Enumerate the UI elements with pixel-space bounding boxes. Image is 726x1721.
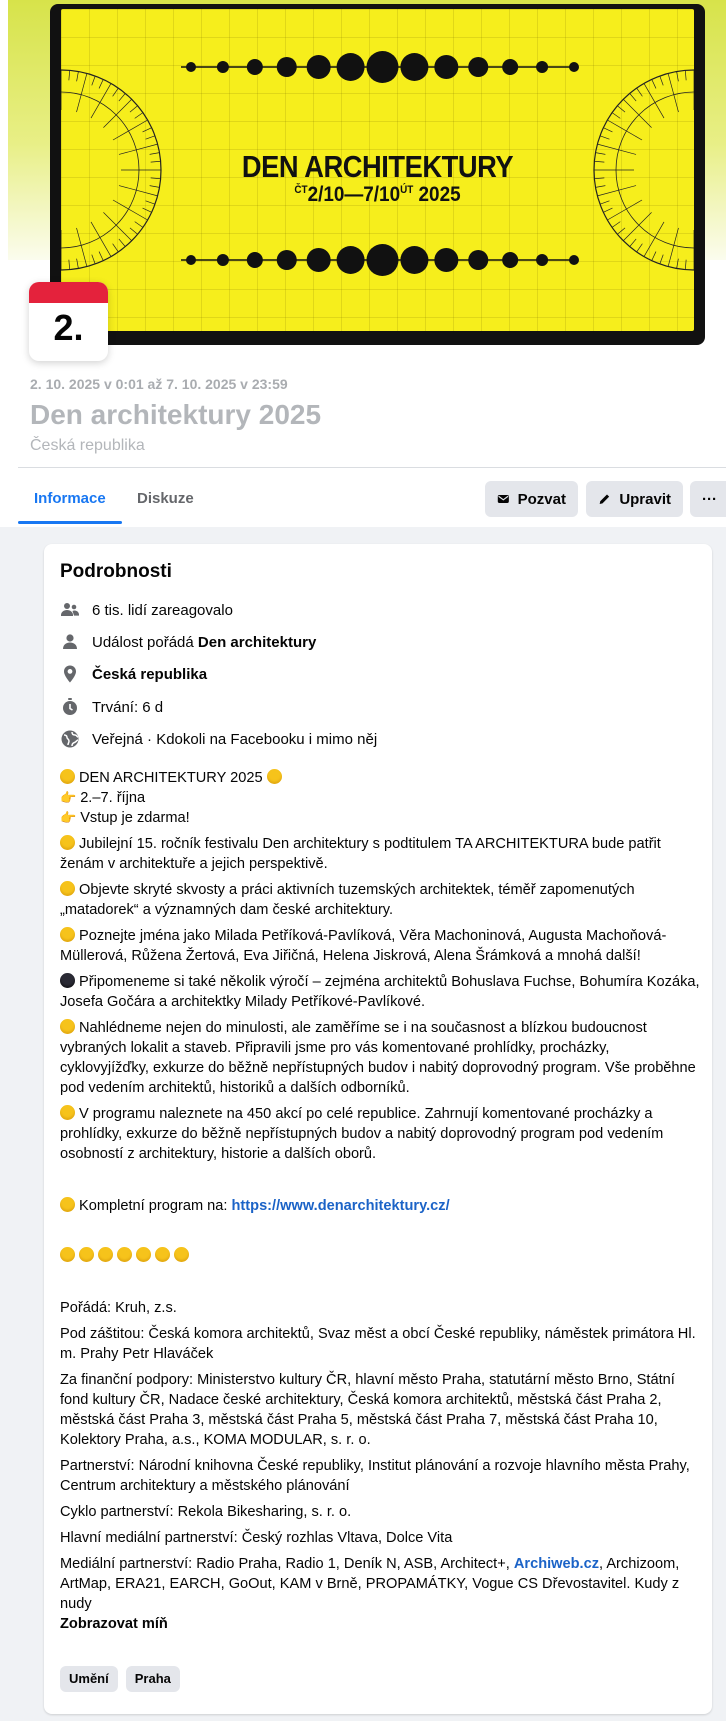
tab-diskuze[interactable]: Diskuze (121, 478, 210, 520)
pointing-hand-icon: 👉 (60, 790, 77, 805)
yellow-circle-icon (60, 1247, 75, 1262)
edit-button[interactable]: Upravit (586, 481, 683, 517)
stopwatch-icon (60, 697, 80, 717)
event-time: 2. 10. 2025 v 0:01 až 7. 10. 2025 v 23:5… (30, 376, 288, 392)
tab-informace[interactable]: Informace (18, 478, 122, 524)
media-main-text: Hlavní mediální partnerství: Český rozhl… (60, 1530, 453, 1546)
host-link[interactable]: Den architektury (198, 634, 316, 651)
event-description: DEN ARCHITEKTURY 2025 👉 2.–7. října 👉 Vstu… (60, 769, 700, 1634)
detail-duration: Trvání: 6 d (60, 697, 163, 717)
yellow-circle-icon (98, 1247, 113, 1262)
cover-title: DEN ARCHITEKTURY ČT2/10—7/10ÚT 2025 (241, 149, 514, 206)
dots-bottom-graphic (181, 244, 579, 276)
reacted-text: 6 tis. lidí zareagovalo (92, 601, 233, 619)
event-title: Den architektury 2025 (30, 399, 322, 430)
pointing-hand-icon: 👉 (60, 810, 77, 825)
yellow-circle-icon (60, 769, 75, 784)
detail-place[interactable]: Česká republika (60, 664, 207, 684)
program-link[interactable]: https://www.denarchitektury.cz/ (232, 1198, 450, 1214)
event-header: DEN ARCHITEKTURY ČT2/10—7/10ÚT 2025 2. 2… (0, 0, 726, 527)
more-icon: ··· (702, 490, 717, 508)
yellow-circle-icon (60, 881, 75, 896)
more-options-button[interactable]: ··· (690, 481, 726, 517)
location-pin-icon (60, 664, 80, 684)
media-text: Mediální partnerství: Radio Praha, Radio… (60, 1556, 680, 1612)
invite-label: Pozvat (517, 490, 566, 508)
divider (18, 467, 726, 468)
privacy-text: Veřejná · Kdokoli na Facebooku i mimo ně… (92, 730, 378, 748)
yellow-circle-icon (60, 835, 75, 850)
yellow-circle-icon (60, 927, 75, 942)
yellow-circle-icon (60, 1019, 75, 1034)
organizer-text: Pořádá: Kruh, z.s. (60, 1300, 177, 1316)
patronage-text: Pod záštitou: Česká komora architektů, S… (60, 1326, 696, 1362)
yellow-circle-icon (155, 1247, 170, 1262)
detail-host: Událost pořádá Den architektury (60, 632, 316, 652)
yellow-circle-icon (79, 1247, 94, 1262)
globe-icon (60, 729, 80, 749)
date-badge: 2. (29, 282, 108, 361)
cycle-text: Cyklo partnerství: Rekola Bikesharing, s… (60, 1504, 352, 1520)
cover-photo[interactable]: DEN ARCHITEKTURY ČT2/10—7/10ÚT 2025 (50, 4, 705, 345)
edit-label: Upravit (619, 490, 671, 508)
yellow-circle-icon (266, 769, 282, 784)
tag-praha[interactable]: Praha (125, 1666, 180, 1692)
place-text: Česká republika (92, 665, 208, 683)
people-icon (60, 600, 80, 620)
archiweb-link[interactable]: Archiweb.cz (514, 1556, 599, 1572)
event-location[interactable]: Česká republika (30, 437, 145, 455)
calendar-bar (29, 282, 108, 303)
yellow-circle-icon (174, 1247, 189, 1262)
date-badge-day: 2. (53, 307, 84, 348)
detail-reacted[interactable]: 6 tis. lidí zareagovalo (60, 600, 233, 620)
envelope-icon (497, 495, 509, 503)
tags: Umění Praha (60, 1666, 180, 1692)
yellow-circle-icon (60, 1197, 75, 1212)
black-circle-icon (60, 973, 75, 988)
tag-umeni[interactable]: Umění (60, 1666, 118, 1692)
yellow-circle-icon (136, 1247, 151, 1262)
duration-text: Trvání: 6 d (92, 698, 164, 716)
emoji-row (60, 1246, 700, 1266)
detail-privacy: Veřejná · Kdokoli na Facebooku i mimo ně… (60, 729, 377, 749)
pencil-icon (599, 494, 610, 504)
yellow-circle-icon (60, 1105, 75, 1120)
funding-text: Za finanční podpory: Ministerstvo kultur… (60, 1372, 675, 1448)
yellow-circle-icon (117, 1247, 132, 1262)
partnership-text: Partnerství: Národní knihovna České repu… (60, 1458, 690, 1494)
details-title: Podrobnosti (60, 561, 172, 582)
dots-top-graphic (181, 51, 579, 83)
details-card: Podrobnosti 6 tis. lidí zareagovalo Udál… (44, 544, 712, 1714)
show-less-button[interactable]: Zobrazovat míň (60, 1614, 700, 1634)
invite-button[interactable]: Pozvat (485, 481, 578, 517)
person-icon (60, 632, 80, 652)
